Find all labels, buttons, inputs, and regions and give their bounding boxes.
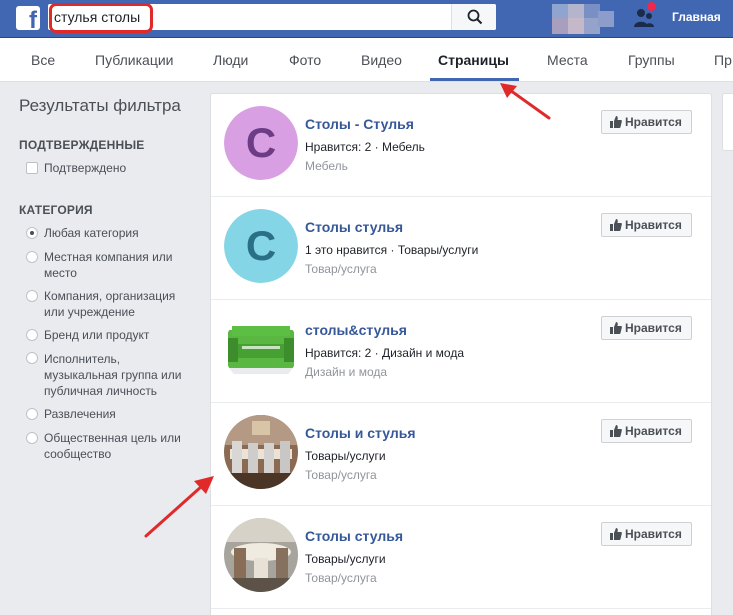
like-button[interactable]: Нравится [601,522,692,546]
thumbs-up-icon [610,322,622,334]
thumbs-up-icon [610,116,622,128]
category-radio-company[interactable] [26,290,38,302]
category-label-cause[interactable]: Общественная цель или сообщество [44,430,181,462]
profile-avatar[interactable] [552,4,614,34]
category-radio-any[interactable] [26,227,38,239]
category-label-brand[interactable]: Бренд или продукт [44,327,149,343]
verified-label[interactable]: Подтверждено [44,160,126,176]
verified-checkbox[interactable] [26,162,38,174]
annotation-arrow-result [144,476,214,538]
thumbs-up-icon [610,219,622,231]
category-label-any[interactable]: Любая категория [44,225,139,241]
page-category: Мебель [305,159,348,173]
page-category: Товар/услуга [305,571,377,585]
page-meta: Товары/услуги [305,552,386,566]
thumbs-up-icon [610,425,622,437]
result-item: С Столы - Стулья Нравится: 2 · Мебель Ме… [211,94,711,197]
page-category: Дизайн и мода [305,365,388,379]
page-avatar[interactable] [224,312,298,386]
home-link[interactable]: Главная [672,10,721,24]
page-avatar[interactable]: С [224,209,298,283]
tab-people[interactable]: Люди [213,52,248,68]
page-category: Товар/услуга [305,468,377,482]
like-button[interactable]: Нравится [601,213,692,237]
search-tabs: Все Публикации Люди Фото Видео Страницы … [0,38,733,82]
verified-heading: ПОДТВЕРЖДЕННЫЕ [19,138,145,152]
result-item: С Столы стулья 1 это нравится · Товары/у… [211,197,711,300]
page-title-link[interactable]: столы&стулья [305,322,407,338]
like-button[interactable]: Нравится [601,419,692,443]
page-meta: Нравится: 2 · Дизайн и мода [305,346,464,360]
page-meta: 1 это нравится · Товары/услуги [305,243,479,257]
tab-pages[interactable]: Страницы [438,52,509,68]
tab-more[interactable]: Пр [714,52,732,68]
tab-videos[interactable]: Видео [361,52,402,68]
notification-badge [647,2,656,11]
search-highlight-annotation [49,3,153,33]
results-list: С Столы - Стулья Нравится: 2 · Мебель Ме… [210,93,712,615]
dining-room-photo [224,415,298,489]
tab-groups[interactable]: Группы [628,52,675,68]
category-radio-artist[interactable] [26,352,38,364]
like-button[interactable]: Нравится [601,316,692,340]
like-button[interactable]: Нравится [601,110,692,134]
page-avatar[interactable]: С [224,106,298,180]
category-radio-entertainment[interactable] [26,408,38,420]
page-title-link[interactable]: Столы и стулья [305,425,415,441]
category-label-artist[interactable]: Исполнитель, музыкальная группа или публич… [44,351,181,399]
search-button[interactable] [451,4,496,30]
green-sofa-image [224,312,298,386]
table-chairs-photo [224,518,298,592]
active-tab-indicator [430,78,519,81]
page-title-link[interactable]: Столы стулья [305,219,403,235]
result-item: Столы и стулья Товары/услуги Товар/услуг… [211,403,711,506]
category-radio-brand[interactable] [26,329,38,341]
facebook-logo-icon[interactable]: f [16,6,40,33]
category-radio-cause[interactable] [26,432,38,444]
tab-places[interactable]: Места [547,52,588,68]
category-label-local-business[interactable]: Местная компания или место [44,249,172,281]
page-meta: Товары/услуги [305,449,386,463]
page-title-link[interactable]: Столы стулья [305,528,403,544]
category-heading: КАТЕГОРИЯ [19,203,93,217]
page-avatar[interactable] [224,518,298,592]
page-avatar[interactable] [224,415,298,489]
category-label-entertainment[interactable]: Развлечения [44,406,116,422]
right-panel [722,93,733,151]
search-icon [467,9,483,25]
tab-all[interactable]: Все [31,52,55,68]
result-item: столы&стулья Нравится: 2 · Дизайн и мода… [211,300,711,403]
filter-results-title: Результаты фильтра [19,96,181,115]
page-category: Товар/услуга [305,262,377,276]
category-radio-local-business[interactable] [26,251,38,263]
tab-photos[interactable]: Фото [289,52,321,68]
thumbs-up-icon [610,528,622,540]
tab-posts[interactable]: Публикации [95,52,173,68]
page-title-link[interactable]: Столы - Стулья [305,116,414,132]
page-meta: Нравится: 2 · Мебель [305,140,425,154]
result-item: Столы стулья Товары/услуги Товар/услуга … [211,506,711,609]
category-label-company[interactable]: Компания, организация или учреждение [44,288,175,320]
